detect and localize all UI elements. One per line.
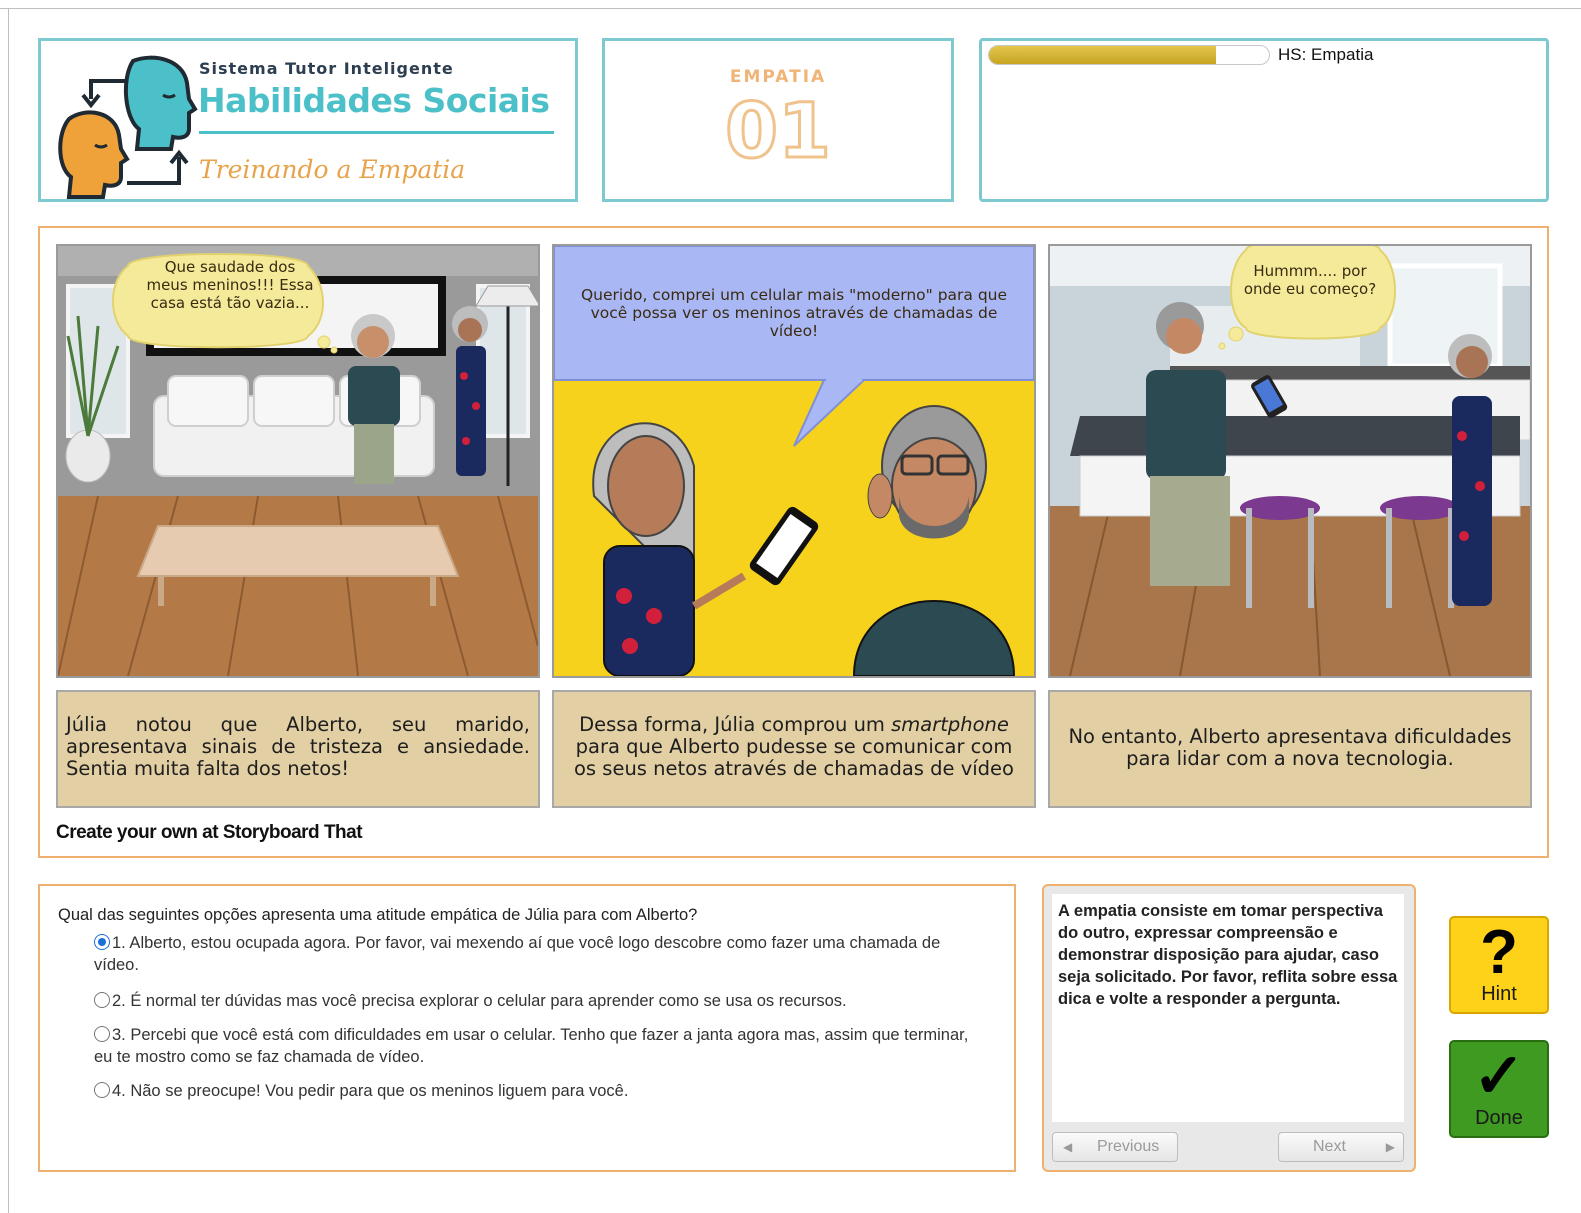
skill-progress-label: HS: Empatia bbox=[1278, 45, 1374, 64]
window-left-border bbox=[8, 8, 9, 1213]
kitchen-illustration bbox=[1050, 246, 1530, 676]
chevron-left-icon: ◀ bbox=[1063, 1140, 1073, 1154]
previous-hint-button[interactable]: ◀ Previous bbox=[1052, 1132, 1178, 1162]
done-button-label: Done bbox=[1475, 1107, 1523, 1129]
storyboard-credit-link[interactable]: Create your own at Storyboard That bbox=[56, 822, 363, 844]
question-panel: Qual das seguintes opções apresenta uma … bbox=[38, 884, 1016, 1172]
caption-2-text-b: para que Alberto pudesse se comunicar co… bbox=[574, 735, 1014, 780]
progress-panel: HS: Empatia bbox=[979, 38, 1549, 202]
caption-panel-2: Dessa forma, Júlia comprou um smartphone… bbox=[552, 690, 1036, 808]
question-text: Qual das seguintes opções apresenta uma … bbox=[58, 906, 698, 924]
thought-bubble-1: Que saudade dos meus meninos!!! Essa cas… bbox=[146, 258, 314, 312]
next-label: Next bbox=[1313, 1138, 1346, 1155]
radio-option-2[interactable] bbox=[94, 992, 110, 1008]
answer-option-2[interactable]: 2. É normal ter dúvidas mas você precisa… bbox=[94, 990, 984, 1012]
caption-2-text-a: Dessa forma, Júlia comprou um bbox=[579, 713, 892, 736]
module-number: 01 bbox=[724, 86, 833, 175]
previous-label: Previous bbox=[1097, 1138, 1160, 1155]
radio-option-4[interactable] bbox=[94, 1082, 110, 1098]
thought-bubble-3: Hummm.... por onde eu começo? bbox=[1243, 262, 1377, 298]
answer-option-3[interactable]: 3. Percebi que você está com dificuldade… bbox=[94, 1024, 984, 1068]
hint-button[interactable]: ? Hint bbox=[1449, 916, 1549, 1014]
heads-logo-icon bbox=[58, 55, 198, 199]
caption-panel-1: Júlia notou que Alberto, seu marido, apr… bbox=[56, 690, 540, 808]
storyboard: Que saudade dos meus meninos!!! Essa cas… bbox=[38, 226, 1549, 858]
checkmark-icon: ✓ bbox=[1473, 1042, 1525, 1111]
module-badge: EMPATIA 01 bbox=[602, 38, 954, 202]
radio-option-1[interactable] bbox=[94, 934, 110, 950]
radio-option-3[interactable] bbox=[94, 1026, 110, 1042]
option-3-label: 3. Percebi que você está com dificuldade… bbox=[94, 1026, 969, 1066]
done-button[interactable]: ✓ Done bbox=[1449, 1040, 1549, 1138]
skill-progress-fill bbox=[989, 46, 1216, 64]
comic-panel-3: Hummm.... por onde eu começo? bbox=[1048, 244, 1532, 678]
comic-panel-2: Querido, comprei um celular mais "modern… bbox=[552, 244, 1036, 678]
logo-title: Habilidades Sociais bbox=[198, 81, 550, 120]
logo-panel: Sistema Tutor Inteligente Habilidades So… bbox=[38, 38, 578, 202]
caption-panel-3: No entanto, Alberto apresentava dificuld… bbox=[1048, 690, 1532, 808]
window-top-border bbox=[0, 8, 1581, 9]
option-1-label: 1. Alberto, estou ocupada agora. Por fav… bbox=[94, 934, 941, 974]
option-2-label: 2. É normal ter dúvidas mas você precisa… bbox=[112, 992, 847, 1010]
chevron-right-icon: ▶ bbox=[1385, 1140, 1395, 1154]
comic-panel-1: Que saudade dos meus meninos!!! Essa cas… bbox=[56, 244, 540, 678]
caption-2-emphasis: smartphone bbox=[891, 713, 1009, 736]
answer-option-4[interactable]: 4. Não se preocupe! Vou pedir para que o… bbox=[94, 1080, 984, 1102]
option-4-label: 4. Não se preocupe! Vou pedir para que o… bbox=[112, 1082, 629, 1100]
question-mark-icon: ? bbox=[1480, 918, 1518, 987]
hint-panel: A empatia consiste em tomar perspectiva … bbox=[1042, 884, 1416, 1172]
logo-subtitle: Sistema Tutor Inteligente bbox=[199, 59, 454, 78]
logo-divider bbox=[199, 131, 554, 134]
logo-tagline: Treinando a Empatia bbox=[199, 155, 466, 184]
speech-bubble-2: Querido, comprei um celular mais "modern… bbox=[580, 286, 1008, 340]
skill-progress-bar bbox=[988, 45, 1270, 65]
hint-text: A empatia consiste em tomar perspectiva … bbox=[1052, 894, 1404, 1122]
answer-option-1[interactable]: 1. Alberto, estou ocupada agora. Por fav… bbox=[94, 932, 984, 976]
next-hint-button[interactable]: Next ▶ bbox=[1278, 1132, 1404, 1162]
hint-button-label: Hint bbox=[1481, 983, 1517, 1005]
module-label: EMPATIA bbox=[729, 67, 827, 87]
